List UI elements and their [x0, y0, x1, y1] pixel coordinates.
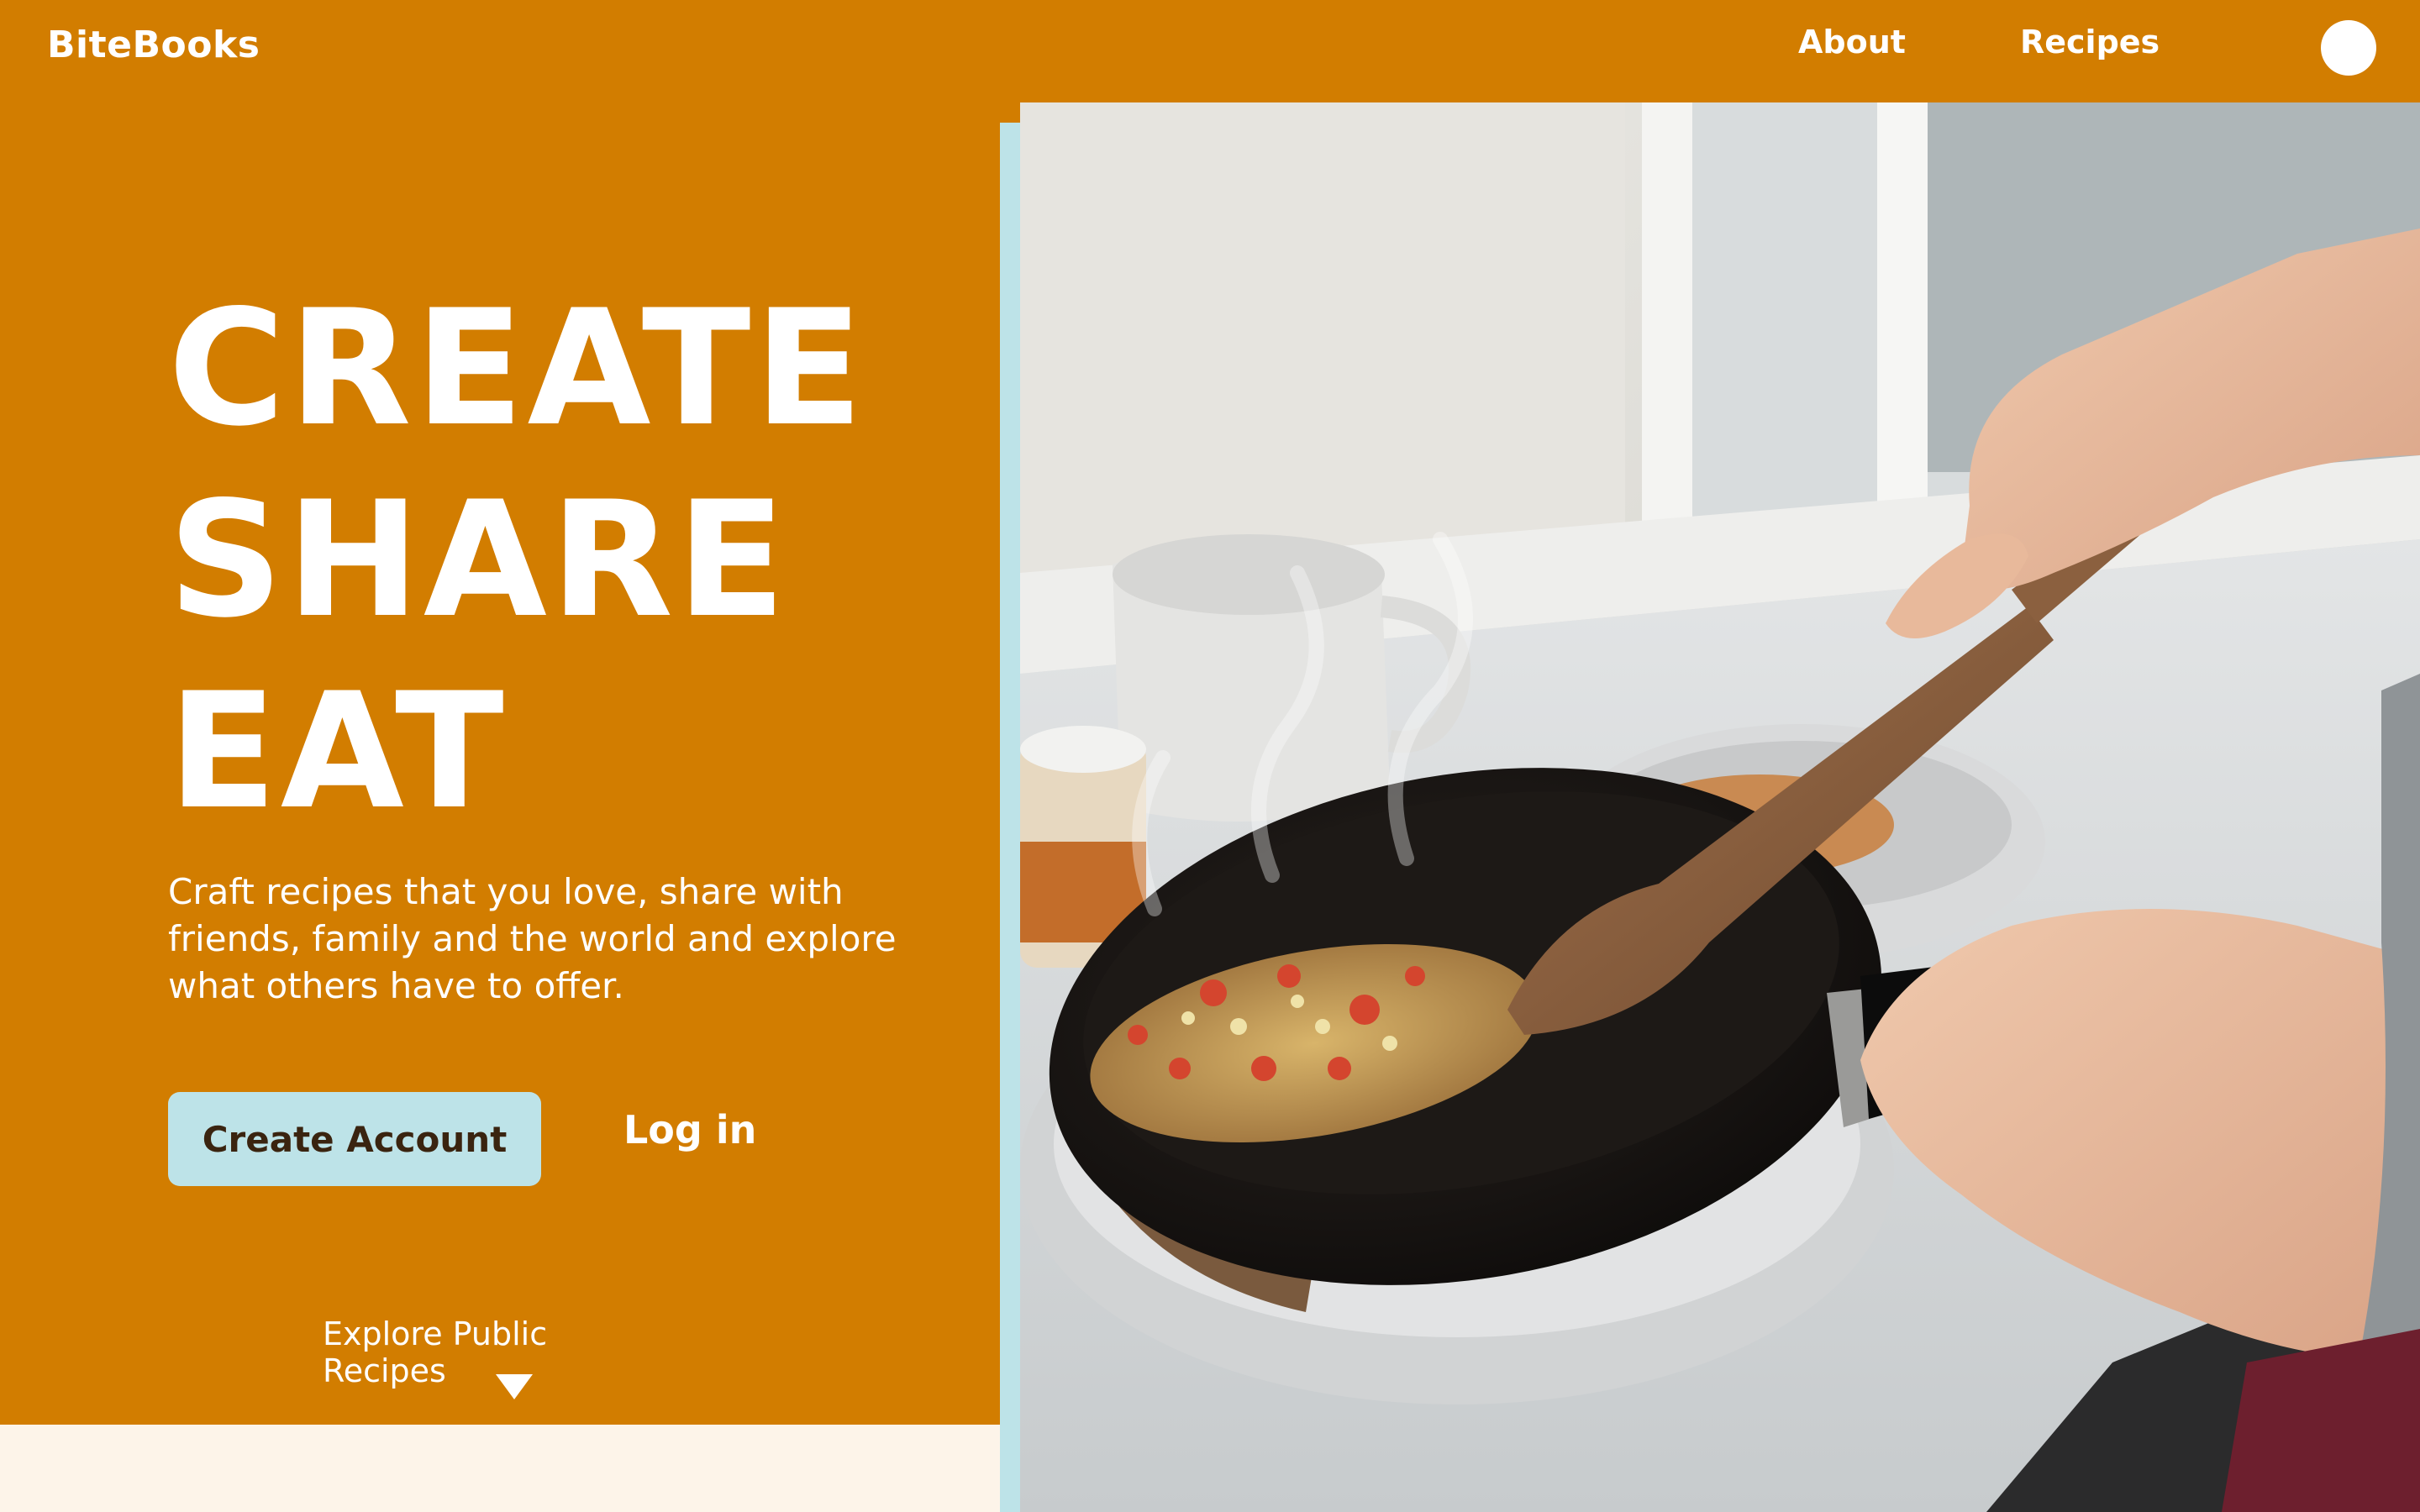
hero-title: CREATE SHARE EAT — [168, 273, 866, 848]
hero-title-line-eat: EAT — [168, 659, 508, 844]
next-section-preview — [0, 1425, 1000, 1512]
login-link[interactable]: Log in — [623, 1107, 756, 1152]
nav-link-about[interactable]: About — [1798, 24, 1906, 60]
triangle-down-icon[interactable] — [496, 1374, 533, 1399]
landing-page: BiteBooks About Recipes CREATE SHARE EAT… — [0, 0, 2420, 1512]
brand-logo[interactable]: BiteBooks — [47, 24, 260, 66]
nav-link-recipes[interactable]: Recipes — [2020, 24, 2160, 60]
hero-title-line-create: CREATE — [168, 276, 867, 461]
user-avatar[interactable] — [2321, 20, 2376, 76]
create-account-button[interactable]: Create Account — [168, 1092, 541, 1186]
image-accent-bar — [1000, 123, 1020, 1512]
hero-description: Craft recipes that you love, share with … — [168, 871, 897, 1006]
top-navigation-bar: BiteBooks About Recipes — [0, 0, 2420, 102]
hero-title-line-share: SHARE — [168, 467, 789, 653]
hero-cooking-photo — [1020, 102, 2420, 1512]
